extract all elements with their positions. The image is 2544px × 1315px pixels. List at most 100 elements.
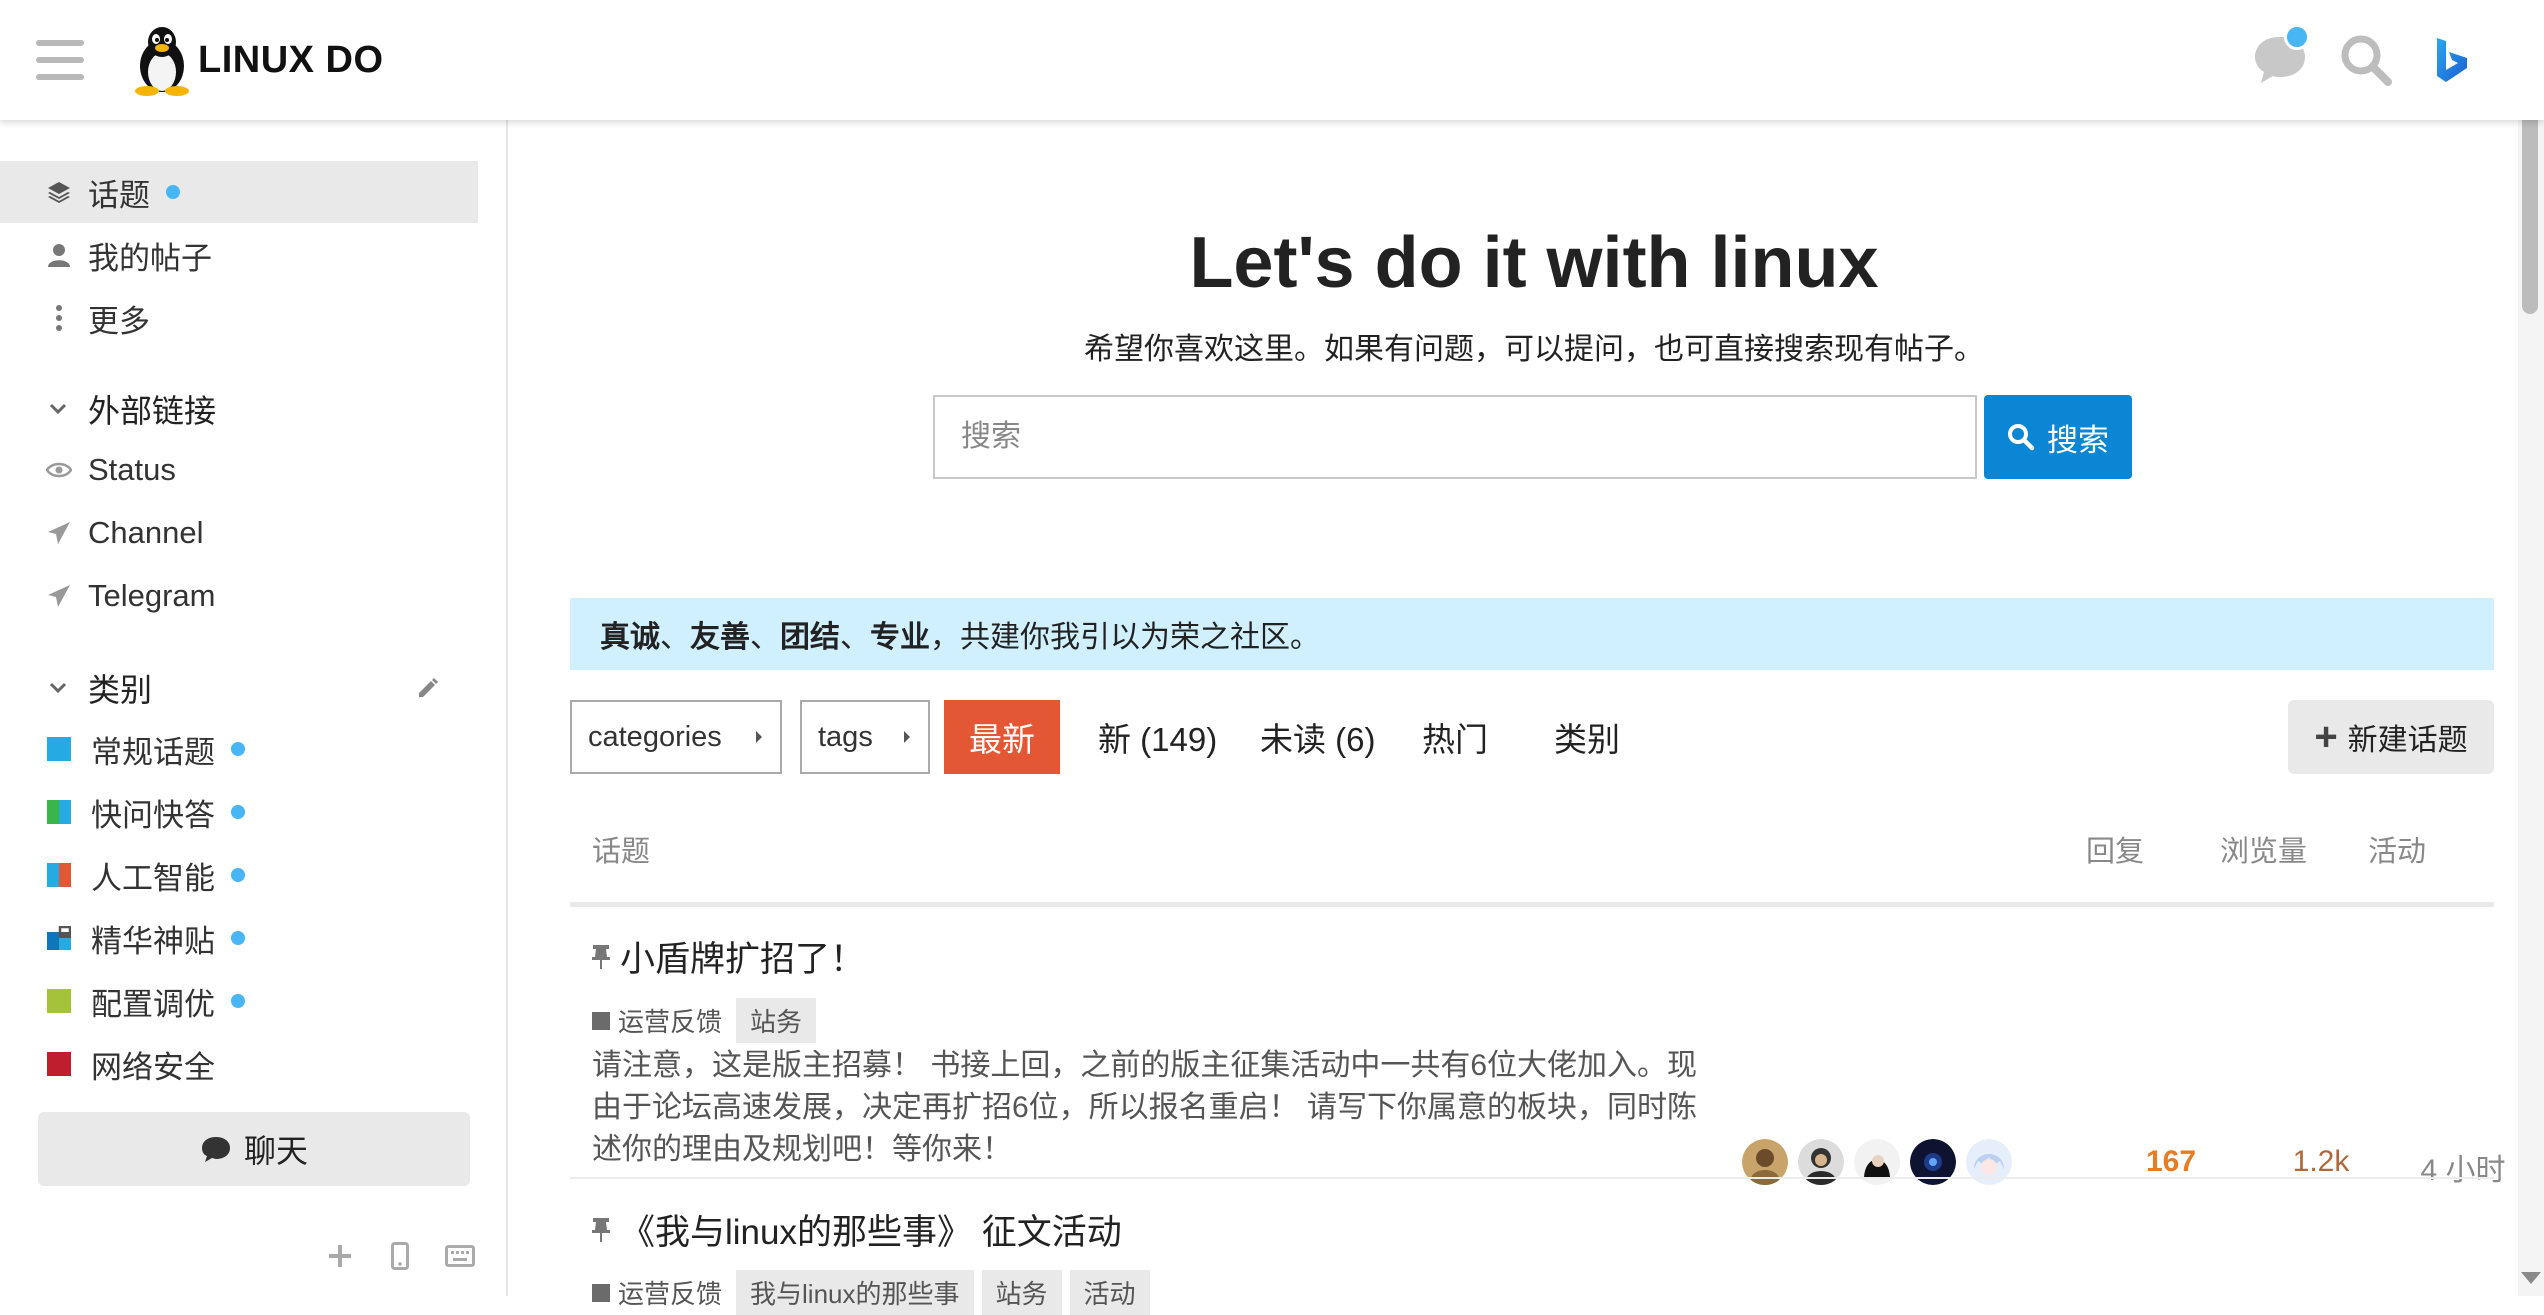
site-logo[interactable]: LINUX DO (130, 24, 384, 96)
banner-separator: 、 (660, 621, 690, 654)
category-color-square (592, 1283, 610, 1302)
column-header-activity[interactable]: 活动 (2368, 828, 2426, 870)
category-badge[interactable]: 运营反馈 (592, 1002, 722, 1039)
sidebar-category-quick-qa[interactable]: 快问快答 (0, 781, 478, 843)
column-header-views[interactable]: 浏览量 (2220, 828, 2307, 870)
tags-dropdown[interactable]: tags (800, 700, 930, 774)
sidebar-item-label: 配置调优 (91, 986, 215, 1022)
tab-categories[interactable]: 类别 (1532, 700, 1642, 774)
topic-replies[interactable]: 167 (2086, 1145, 2256, 1179)
sidebar-item-label: Status (88, 452, 176, 487)
chat-button[interactable]: 聊天 (38, 1112, 470, 1186)
bing-button[interactable] (2420, 28, 2484, 92)
banner-separator: 、 (750, 621, 780, 654)
scroll-down-arrow-icon[interactable] (2521, 1272, 2541, 1284)
sidebar-category-general[interactable]: 常规话题 (0, 718, 478, 780)
topic-title-link[interactable]: 小盾牌扩招了！ (590, 931, 865, 982)
tux-logo-icon (135, 27, 189, 96)
add-footer-button[interactable] (320, 1236, 360, 1276)
tag[interactable]: 站务 (981, 1270, 1062, 1315)
search-button[interactable]: 搜索 (1984, 395, 2132, 479)
section-header-links[interactable]: 外部链接 (0, 378, 478, 440)
sidebar-category-security[interactable]: 网络安全 (0, 1033, 478, 1095)
topic-nav: categories tags 最新 新 (149) 未读 (6) 热门 类别 … (570, 700, 2494, 776)
search-header-button[interactable] (2334, 28, 2398, 92)
sidebar-item-channel[interactable]: Channel (0, 502, 478, 564)
menu-icon[interactable] (36, 38, 84, 82)
sidebar-category-tuning[interactable]: 配置调优 (0, 970, 478, 1032)
keyboard-icon (445, 1245, 475, 1267)
search-input[interactable] (933, 395, 1977, 479)
send-icon (44, 518, 74, 548)
hero-title: Let's do it with linux (1189, 223, 1879, 303)
sidebar-item-my-posts[interactable]: 我的帖子 (0, 224, 478, 286)
bing-icon (2437, 38, 2467, 82)
pin-icon (592, 944, 610, 969)
sidebar-item-label: 人工智能 (91, 860, 215, 896)
section-title: 外部链接 (88, 393, 217, 429)
section-title: 类别 (88, 672, 153, 708)
tab-hot[interactable]: 热门 (1400, 700, 1510, 774)
section-header-categories[interactable]: 类别 (0, 657, 478, 719)
unread-dot (231, 994, 245, 1008)
topic-title: 《我与linux的那些事》 征文活动 (620, 1213, 1122, 1252)
new-topic-label: 新建话题 (2347, 724, 2468, 757)
announcement-banner: 真诚、友善、团结、专业 ，共建你我引以为荣之社区。 (570, 598, 2494, 670)
banner-separator: 、 (840, 621, 870, 654)
sidebar-item-telegram[interactable]: Telegram (0, 565, 478, 627)
sidebar-item-status[interactable]: Status (0, 439, 478, 501)
logo-text: LINUX DO (198, 38, 384, 81)
tab-latest[interactable]: 最新 (944, 700, 1060, 774)
topic-excerpt[interactable]: 请注意，这是版主招募！ 书接上回，之前的版主征集活动中一共有6位大佬加入。现由于… (592, 1045, 1712, 1171)
banner-bold: 友善 (690, 621, 750, 654)
sidebar-item-more[interactable]: 更多 (0, 287, 478, 349)
unread-dot (231, 931, 245, 945)
lock-category-icon (47, 926, 71, 950)
sidebar-item-label: Channel (88, 515, 204, 550)
search-icon (2008, 424, 2035, 451)
dropdown-label: tags (818, 720, 873, 753)
tag[interactable]: 活动 (1069, 1270, 1150, 1315)
chat-notification-dot (2284, 24, 2310, 50)
mobile-footer-button[interactable] (380, 1236, 420, 1276)
dropdown-label: categories (588, 720, 722, 753)
more-icon (44, 303, 74, 333)
pencil-icon[interactable] (416, 676, 440, 700)
sidebar-item-topics[interactable]: 话题 (0, 161, 478, 223)
categories-dropdown[interactable]: categories (570, 700, 782, 774)
chat-header-button[interactable] (2248, 24, 2312, 92)
tag[interactable]: 我与linux的那些事 (736, 1270, 974, 1315)
tab-new[interactable]: 新 (149) (1076, 700, 1239, 774)
tag[interactable]: 站务 (736, 998, 817, 1043)
column-header-topic[interactable]: 话题 (592, 828, 650, 870)
new-topic-button[interactable]: + 新建话题 (2288, 700, 2494, 774)
caret-right-icon (756, 731, 762, 743)
sidebar-category-ai[interactable]: 人工智能 (0, 844, 478, 906)
column-header-replies[interactable]: 回复 (2086, 828, 2144, 870)
send-icon (44, 581, 74, 611)
sidebar-item-label: 精华神贴 (91, 923, 215, 959)
table-row: 《我与linux的那些事》 征文活动 运营反馈 我与linux的那些事 站务 活… (570, 1180, 2494, 1315)
banner-bold: 真诚 (600, 621, 660, 654)
topic-meta: 运营反馈 我与linux的那些事 站务 活动 (592, 1270, 1158, 1315)
sidebar-category-featured[interactable]: 精华神贴 (0, 907, 478, 969)
banner-text: ，共建你我引以为荣之社区。 (930, 621, 1320, 654)
unread-dot (166, 185, 180, 199)
tab-unread[interactable]: 未读 (6) (1238, 700, 1398, 774)
sidebar-item-label: 常规话题 (91, 734, 215, 770)
chevron-down-icon (44, 682, 72, 694)
topic-title: 小盾牌扩招了！ (620, 940, 866, 979)
topic-title-link[interactable]: 《我与linux的那些事》 征文活动 (590, 1204, 1122, 1255)
sidebar-item-label: 话题 (88, 177, 150, 213)
category-color-square (47, 989, 71, 1013)
unread-dot (231, 742, 245, 756)
search-icon (2341, 35, 2392, 86)
row-divider (570, 1177, 2494, 1179)
keyboard-footer-button[interactable] (440, 1236, 480, 1276)
banner-bold: 专业 (870, 621, 930, 654)
main-content: Let's do it with linux 希望你喜欢这里。如果有问题，可以提… (510, 120, 2518, 1315)
layers-icon (44, 177, 74, 207)
category-badge[interactable]: 运营反馈 (592, 1274, 722, 1311)
category-color-square (47, 737, 71, 761)
search-button-label: 搜索 (2047, 422, 2109, 458)
